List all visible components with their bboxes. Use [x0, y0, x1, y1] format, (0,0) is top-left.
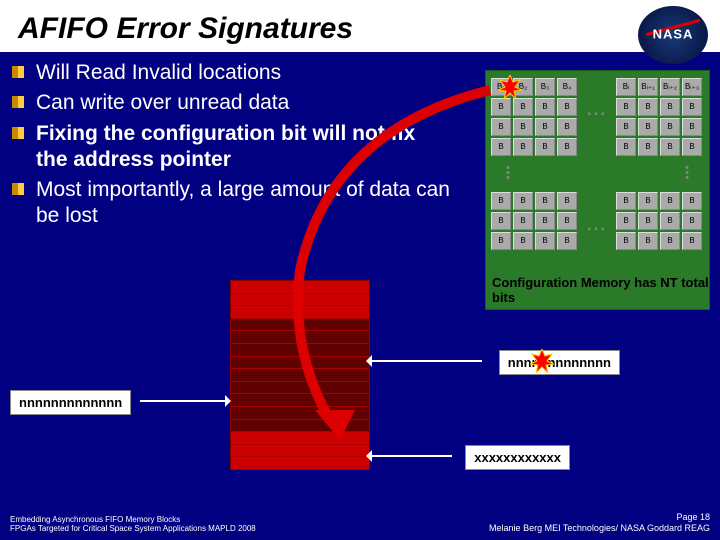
ellipsis-icon: ⋯ [586, 101, 607, 126]
bullet-item: Will Read Invalid locations [12, 60, 452, 86]
chip-cell: B [557, 98, 577, 116]
chip-cell: B [535, 212, 555, 230]
bullet-icon [12, 183, 24, 195]
bullet-text: Will Read Invalid locations [36, 60, 281, 86]
bullet-item: Fixing the configuration bit will not fi… [12, 121, 452, 174]
chip-cell: B [535, 98, 555, 116]
bullet-text: Most importantly, a large amount of data… [36, 177, 452, 230]
chip-cell: B [638, 98, 658, 116]
chip-cell: B [660, 138, 680, 156]
chip-cell: B [535, 232, 555, 250]
chip-cell: B [513, 138, 533, 156]
fifo-memory-block [230, 280, 370, 470]
bullet-text: Fixing the configuration bit will not fi… [36, 121, 452, 174]
chip-cell: B [616, 192, 636, 210]
wrptr-label: xxxxxxxxxxxx [465, 445, 570, 470]
chip-cell: B [638, 192, 658, 210]
chip-cell: B [638, 118, 658, 136]
nasa-logo [638, 6, 708, 64]
chip-cell: B [535, 118, 555, 136]
chip-cell: B [638, 138, 658, 156]
arrow-icon [372, 360, 482, 362]
chip-cell: B [616, 118, 636, 136]
footer-right: Page 18 Melanie Berg MEI Technologies/ N… [489, 512, 710, 534]
chip-cell: B [491, 212, 511, 230]
config-caption: Configuration Memory has NT total bits [492, 275, 709, 305]
chip-cell: B [660, 212, 680, 230]
rdptr-actual-label: nnnnnnnnnnnnn [10, 390, 131, 415]
chip-cell: B [660, 118, 680, 136]
chip-cell: Bᵢ [616, 78, 636, 96]
chip-cell: B [682, 192, 702, 210]
config-memory-diagram: B₁B₂B₃B₄ BBBB BBBB BBBB BᵢBᵢ₊₁Bᵢ₊₂Bᵢ₊₃ B… [485, 70, 710, 310]
bullet-text: Can write over unread data [36, 90, 289, 116]
footer-left: Embedding Asynchronous FIFO Memory Block… [10, 515, 256, 534]
chip-cell: B [557, 118, 577, 136]
chip-block-tr: BᵢBᵢ₊₁Bᵢ₊₂Bᵢ₊₃ BBBB BBBB BBBB [615, 77, 705, 157]
bullet-icon [12, 66, 24, 78]
chip-cell: B [535, 138, 555, 156]
bullet-icon [12, 127, 24, 139]
chip-cell: B [535, 192, 555, 210]
chip-cell: B [557, 192, 577, 210]
chip-cell: B [682, 138, 702, 156]
footer-text: Melanie Berg MEI Technologies/ NASA Godd… [489, 523, 710, 534]
chip-cell: B [491, 192, 511, 210]
chip-cell: B [660, 98, 680, 116]
chip-cell: B [638, 232, 658, 250]
chip-cell: B [491, 98, 511, 116]
arrow-icon [372, 455, 452, 457]
starburst-icon [498, 75, 522, 99]
bullet-list: Will Read Invalid locations Can write ov… [12, 60, 452, 234]
chip-cell: B [513, 98, 533, 116]
chip-cell: B [682, 118, 702, 136]
chip-cell: Bᵢ₊₃ [682, 78, 702, 96]
chip-cell: Bᵢ₊₂ [660, 78, 680, 96]
chip-cell: B [616, 138, 636, 156]
arrow-icon [140, 400, 225, 402]
chip-cell: B [616, 232, 636, 250]
bullet-icon [12, 96, 24, 108]
chip-cell: Bᵢ₊₁ [638, 78, 658, 96]
rdptr-expected-label: nnnnnnnnnnnnn [499, 350, 620, 375]
chip-cell: B₄ [557, 78, 577, 96]
chip-cell: B [682, 212, 702, 230]
chip-cell: B [491, 118, 511, 136]
chip-cell: B [513, 212, 533, 230]
chip-cell: B₃ [535, 78, 555, 96]
bullet-item: Most importantly, a large amount of data… [12, 177, 452, 230]
chip-cell: B [682, 98, 702, 116]
ellipsis-icon: ⋯ [586, 216, 607, 241]
chip-cell: B [491, 138, 511, 156]
chip-cell: B [513, 192, 533, 210]
bullet-item: Can write over unread data [12, 90, 452, 116]
chip-block-bl: BBBB BBBB BBBB [490, 191, 580, 251]
chip-cell: B [682, 232, 702, 250]
chip-cell: B [638, 212, 658, 230]
chip-cell: B [513, 118, 533, 136]
starburst-icon [530, 349, 554, 373]
chip-cell: B [557, 232, 577, 250]
footer-text: FPGAs Targeted for Critical Space System… [10, 524, 256, 534]
slide-title: AFIFO Error Signatures [12, 10, 359, 48]
chip-cell: B [491, 232, 511, 250]
chip-cell: B [616, 212, 636, 230]
chip-cell: B [660, 192, 680, 210]
chip-cell: B [513, 232, 533, 250]
footer-text: Embedding Asynchronous FIFO Memory Block… [10, 515, 256, 525]
ellipsis-icon: ••• [685, 166, 689, 181]
chip-block-br: BBBB BBBB BBBB [615, 191, 705, 251]
chip-cell: B [557, 138, 577, 156]
chip-cell: B [660, 232, 680, 250]
page-number: Page 18 [489, 512, 710, 523]
chip-cell: B [616, 98, 636, 116]
label-text: nnnnnnnnnnnnn [508, 355, 611, 370]
ellipsis-icon: ••• [506, 166, 510, 181]
chip-cell: B [557, 212, 577, 230]
